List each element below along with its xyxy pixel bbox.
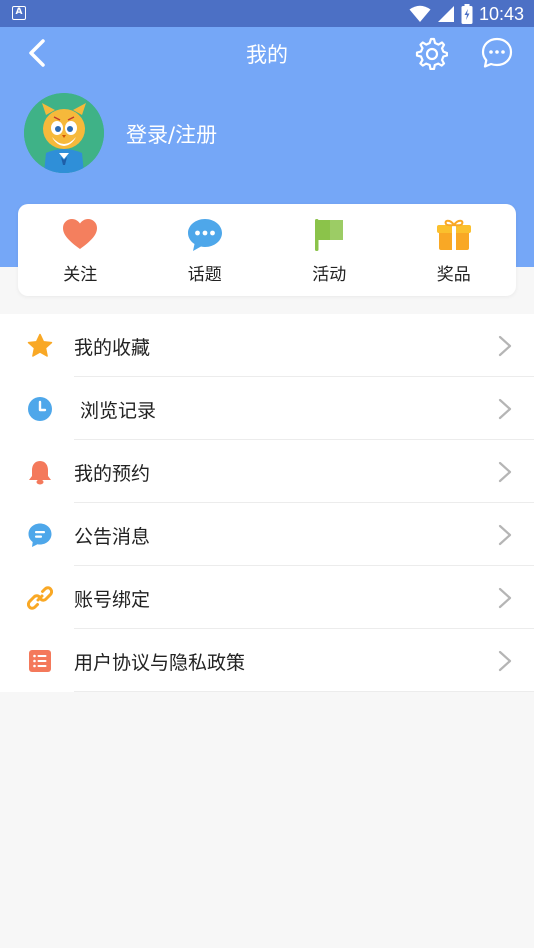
battery-icon — [461, 4, 473, 24]
chevron-right-icon — [498, 398, 512, 420]
notification-icon: A — [12, 6, 26, 20]
chevron-right-icon — [498, 461, 512, 483]
menu-item-label: 浏览记录 — [80, 400, 157, 422]
menu-item-label: 账号绑定 — [74, 589, 151, 611]
clock-icon — [28, 397, 52, 421]
quick-action-label: 话题 — [187, 265, 222, 285]
menu-item-reservations[interactable]: 我的预约 — [0, 440, 534, 503]
chevron-right-icon — [498, 524, 512, 546]
chevron-right-icon — [498, 650, 512, 672]
wifi-icon — [409, 5, 431, 22]
flag-icon — [315, 219, 344, 251]
page-title: 我的 — [246, 43, 288, 67]
settings-menu-list: 我的收藏 浏览记录 我的预约 公告消息 账号绑定 用户协议与隐私政策 — [0, 314, 534, 692]
quick-action-topics[interactable]: 话题 — [143, 204, 268, 296]
menu-item-favorites[interactable]: 我的收藏 — [0, 314, 534, 377]
signal-icon — [437, 6, 454, 22]
avatar[interactable] — [24, 93, 104, 173]
heart-icon — [63, 219, 98, 249]
status-icons: 10:43 — [409, 3, 524, 25]
menu-item-privacy-policy[interactable]: 用户协议与隐私政策 — [0, 629, 534, 692]
quick-action-label: 关注 — [63, 265, 98, 285]
menu-item-label: 公告消息 — [74, 526, 151, 548]
login-register-link[interactable]: 登录/注册 — [126, 119, 217, 149]
chevron-right-icon — [498, 335, 512, 357]
divider — [74, 691, 534, 692]
quick-action-events[interactable]: 活动 — [267, 204, 392, 296]
link-icon — [27, 586, 53, 610]
menu-item-history[interactable]: 浏览记录 — [0, 377, 534, 440]
message-icon — [28, 523, 52, 547]
menu-item-announcements[interactable]: 公告消息 — [0, 503, 534, 566]
document-list-icon — [29, 650, 51, 672]
back-arrow-icon[interactable] — [22, 37, 54, 69]
chat-bubble-icon — [187, 219, 222, 251]
quick-action-follow[interactable]: 关注 — [18, 204, 143, 296]
bell-icon — [29, 461, 51, 485]
status-time: 10:43 — [478, 3, 524, 24]
menu-item-label: 用户协议与隐私政策 — [74, 652, 246, 674]
menu-item-label: 我的收藏 — [74, 337, 151, 359]
menu-item-label: 我的预约 — [74, 463, 151, 485]
settings-gear-icon[interactable] — [414, 36, 448, 70]
menu-item-account-binding[interactable]: 账号绑定 — [0, 566, 534, 629]
status-bar: A 10:43 — [0, 0, 534, 27]
quick-actions-card: 关注 话题 活动 奖品 — [18, 204, 516, 296]
quick-action-label: 奖品 — [436, 265, 471, 285]
quick-action-prizes[interactable]: 奖品 — [392, 204, 517, 296]
gift-icon — [436, 219, 471, 250]
chevron-right-icon — [498, 587, 512, 609]
cat-mascot-avatar-icon — [24, 93, 104, 173]
quick-action-label: 活动 — [312, 265, 347, 285]
message-more-icon[interactable] — [480, 36, 514, 70]
star-icon — [27, 333, 53, 357]
